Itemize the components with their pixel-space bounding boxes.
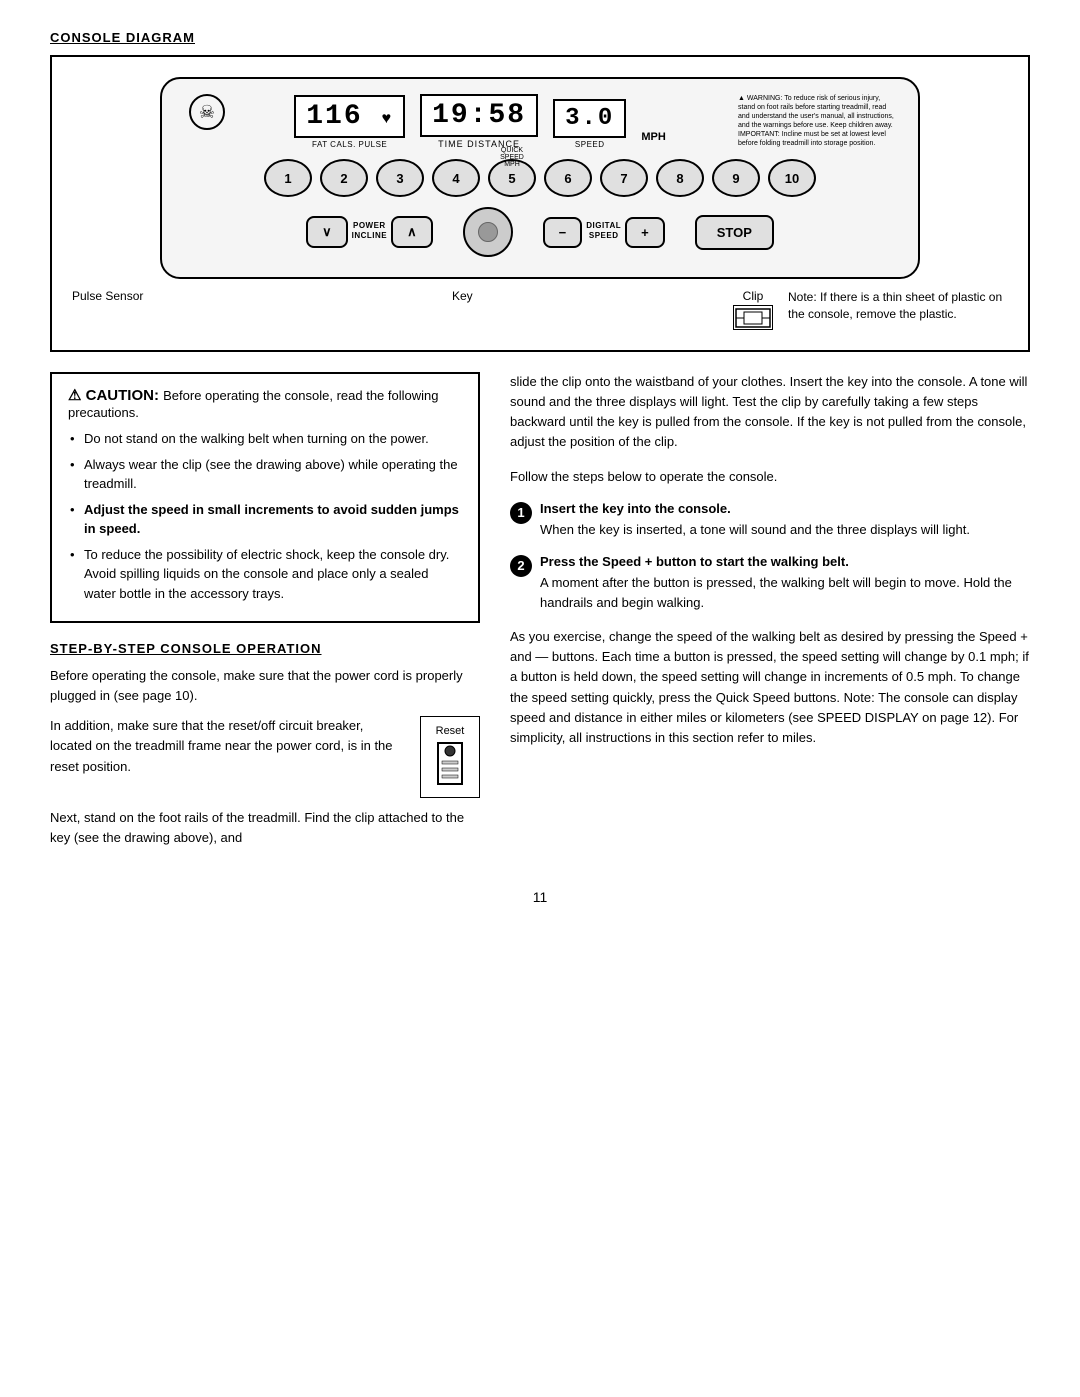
reset-label: Reset xyxy=(433,725,467,737)
speed-label: DIGITALSPEED xyxy=(586,221,621,240)
warning-text: ▲ WARNING: To reduce risk of serious inj… xyxy=(728,94,898,149)
caution-item-2: Always wear the clip (see the drawing ab… xyxy=(68,455,462,494)
num-btn-5[interactable]: QUICKSPEEDMPH 5 xyxy=(488,159,536,197)
caution-title-text: CAUTION: xyxy=(86,387,159,404)
incline-btns: ∨ POWERINCLINE ∧ xyxy=(306,216,433,248)
num-btn-1[interactable]: 1 xyxy=(264,159,312,197)
step-1: 1 Insert the key into the console. When … xyxy=(510,501,1030,540)
follow-text: Follow the steps below to operate the co… xyxy=(510,467,1030,487)
num-btn-10[interactable]: 10 xyxy=(768,159,816,197)
clip-area: Clip Note: If there is a thin sheet of p… xyxy=(733,289,1008,330)
step-section-title: STEP-BY-STEP CONSOLE OPERATION xyxy=(50,641,480,656)
key-inner xyxy=(478,222,498,242)
display-3-screen: 3.0 xyxy=(553,99,626,138)
speed-btns: − DIGITALSPEED + xyxy=(543,217,665,248)
incline-control: ∨ POWERINCLINE ∧ xyxy=(306,216,433,248)
caution-item-1: Do not stand on the walking belt when tu… xyxy=(68,429,462,449)
caution-list: Do not stand on the walking belt when tu… xyxy=(68,429,462,603)
right-column: slide the clip onto the waistband of you… xyxy=(510,372,1030,859)
clip-label: Clip xyxy=(743,289,764,303)
display-3-label: SPEED xyxy=(553,140,626,149)
step-2-title: Press the Speed + button to start the wa… xyxy=(540,554,1030,569)
caution-icon: ⚠ xyxy=(68,387,81,404)
step-2-number: 2 xyxy=(510,555,532,577)
displays-center: 116 ♥ FAT CALS. PULSE 19:58 TIME DISTANC… xyxy=(232,94,728,149)
caution-item-4: To reduce the possibility of electric sh… xyxy=(68,545,462,604)
caution-item-3: Adjust the speed in small increments to … xyxy=(68,500,462,539)
control-buttons-row: ∨ POWERINCLINE ∧ − DIGITALSPEED + xyxy=(182,207,898,257)
step-1-number: 1 xyxy=(510,502,532,524)
step-2: 2 Press the Speed + button to start the … xyxy=(510,554,1030,613)
right-intro-para: slide the clip onto the waistband of you… xyxy=(510,372,1030,453)
stop-button[interactable]: STOP xyxy=(695,215,774,250)
num-btn-9[interactable]: 9 xyxy=(712,159,760,197)
step-1-title: Insert the key into the console. xyxy=(540,501,1030,516)
incline-label: POWERINCLINE xyxy=(352,221,388,240)
num-btn-7[interactable]: 7 xyxy=(600,159,648,197)
num-btn-8[interactable]: 8 xyxy=(656,159,704,197)
console-top-section: ☠ 116 ♥ FAT CALS. PULSE 19:58 TI xyxy=(182,94,898,149)
page-number: 11 xyxy=(50,889,1030,905)
step-3-body: As you exercise, change the speed of the… xyxy=(510,627,1030,748)
display-2-unit: 19:58 TIME DISTANCE xyxy=(420,94,538,149)
caution-title: ⚠ CAUTION: Before operating the console,… xyxy=(68,386,462,421)
reset-area: In addition, make sure that the reset/of… xyxy=(50,716,480,798)
display-1-unit: 116 ♥ FAT CALS. PULSE xyxy=(294,95,405,149)
clip-container: Clip xyxy=(733,289,773,330)
number-buttons-row: 1 2 3 4 QUICKSPEEDMPH 5 6 7 8 9 10 xyxy=(182,159,898,197)
person-icon: ☠ xyxy=(189,94,225,130)
console-labels: Pulse Sensor Key Clip Note: If there is … xyxy=(72,289,1008,330)
step-2-content: Press the Speed + button to start the wa… xyxy=(540,554,1030,613)
display-1-screen: 116 ♥ xyxy=(294,95,405,138)
num-btn-2[interactable]: 2 xyxy=(320,159,368,197)
clip-box xyxy=(733,305,773,330)
num-btn-3[interactable]: 3 xyxy=(376,159,424,197)
speed-plus-btn[interactable]: + xyxy=(625,217,665,248)
step-1-content: Insert the key into the console. When th… xyxy=(540,501,1030,540)
console-body: ☠ 116 ♥ FAT CALS. PULSE 19:58 TI xyxy=(160,77,920,279)
caution-box: ⚠ CAUTION: Before operating the console,… xyxy=(50,372,480,623)
incline-down-btn[interactable]: ∨ xyxy=(306,216,348,248)
display-2-screen: 19:58 xyxy=(420,94,538,137)
num-btn-4[interactable]: 4 xyxy=(432,159,480,197)
step-para-1: Before operating the console, make sure … xyxy=(50,666,480,706)
incline-up-btn[interactable]: ∧ xyxy=(391,216,433,248)
display-3-unit: 3.0 SPEED xyxy=(553,99,626,149)
console-diagram-box: ☠ 116 ♥ FAT CALS. PULSE 19:58 TI xyxy=(50,55,1030,352)
section-title: CONSOLE DIAGRAM xyxy=(50,30,1030,45)
step-section: STEP-BY-STEP CONSOLE OPERATION Before op… xyxy=(50,641,480,849)
quick-speed-label: QUICKSPEEDMPH xyxy=(500,147,524,168)
step-1-body: When the key is inserted, a tone will so… xyxy=(540,520,1030,540)
reset-illustration xyxy=(436,741,464,786)
page-header: CONSOLE DIAGRAM xyxy=(50,30,1030,45)
key-label: Key xyxy=(452,289,473,303)
person-icon-container: ☠ xyxy=(182,94,232,130)
display-1-label: FAT CALS. PULSE xyxy=(294,140,405,149)
main-content: ⚠ CAUTION: Before operating the console,… xyxy=(50,372,1030,859)
step-para-2: In addition, make sure that the reset/of… xyxy=(50,716,405,776)
console-illustration: ☠ 116 ♥ FAT CALS. PULSE 19:58 TI xyxy=(72,77,1008,330)
speed-minus-btn[interactable]: − xyxy=(543,217,583,248)
num-btn-6[interactable]: 6 xyxy=(544,159,592,197)
note-text: Note: If there is a thin sheet of plasti… xyxy=(788,289,1008,323)
step-para-3: Next, stand on the foot rails of the tre… xyxy=(50,808,480,848)
speed-control: − DIGITALSPEED + xyxy=(543,217,665,248)
left-column: ⚠ CAUTION: Before operating the console,… xyxy=(50,372,480,859)
pulse-sensor-label: Pulse Sensor xyxy=(72,289,143,303)
mph-label: MPH xyxy=(641,131,665,149)
reset-box: Reset xyxy=(420,716,480,798)
key-slot[interactable] xyxy=(463,207,513,257)
step-2-body: A moment after the button is pressed, th… xyxy=(540,573,1030,613)
